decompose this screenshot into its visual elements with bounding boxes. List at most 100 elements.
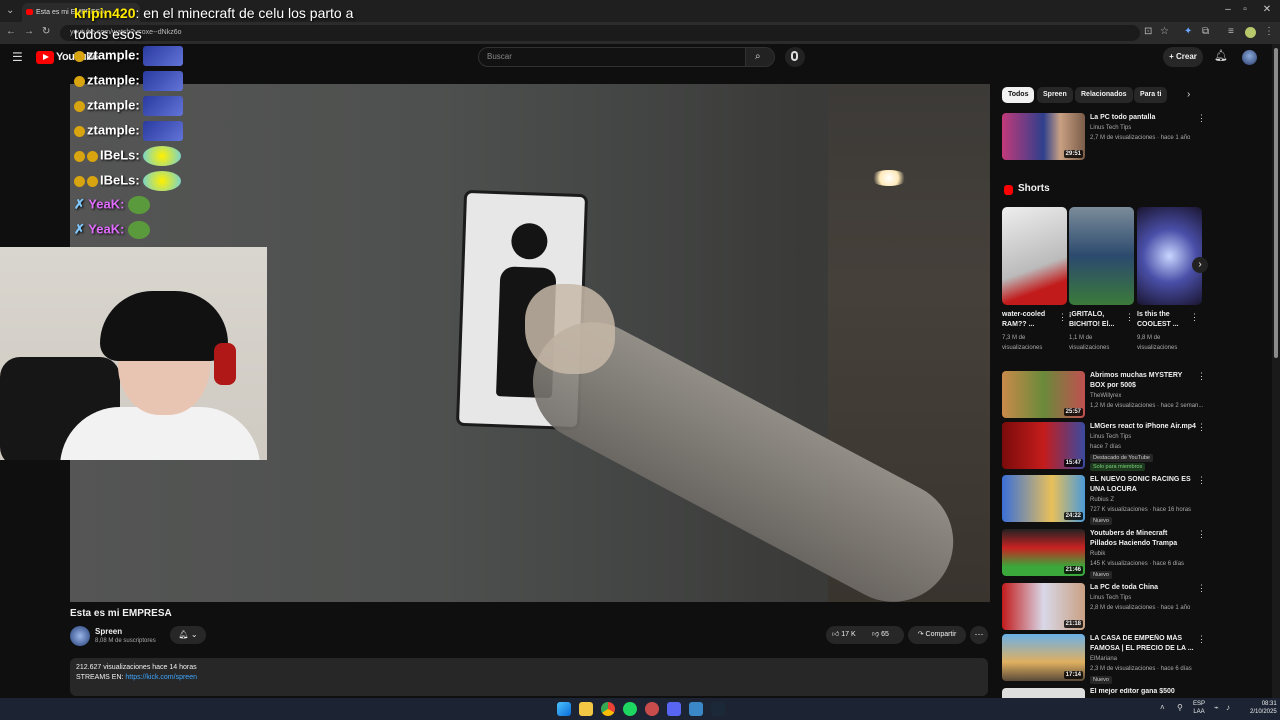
channel-name[interactable]: Spreen bbox=[95, 627, 122, 636]
scrollbar-thumb[interactable] bbox=[1274, 48, 1278, 358]
short-thumbnail[interactable] bbox=[1002, 207, 1067, 305]
video-thumbnail[interactable]: 25:57 bbox=[1002, 371, 1085, 418]
video-thumbnail[interactable]: 21:18 bbox=[1002, 583, 1085, 630]
channel-avatar[interactable] bbox=[70, 626, 90, 646]
notifications-bell-icon[interactable]: 🔔︎ bbox=[1214, 49, 1228, 62]
back-icon[interactable]: ← bbox=[6, 26, 16, 37]
subscription-bell-button[interactable]: 🔔︎ ⌄ bbox=[170, 626, 206, 644]
create-button[interactable]: + Crear bbox=[1163, 47, 1203, 67]
tab-list-icon[interactable]: ⌄ bbox=[6, 5, 14, 16]
chips-next-icon[interactable]: › bbox=[1187, 89, 1190, 100]
rec-title[interactable]: Abrimos muchas MYSTERY BOX por 500$ bbox=[1090, 371, 1196, 391]
chip-para-ti[interactable]: Para ti bbox=[1134, 87, 1168, 103]
recommended-video[interactable]: 17:14 LA CASA DE EMPEÑO MÁS FAMOSA | EL … bbox=[1002, 634, 1206, 684]
voice-search-button[interactable] bbox=[785, 47, 805, 67]
volume-icon[interactable]: ♪ bbox=[1226, 703, 1230, 712]
video-thumbnail[interactable] bbox=[1002, 688, 1085, 698]
rec-title[interactable]: EL NUEVO SONIC RACING ES UNA LOCURA bbox=[1090, 475, 1196, 495]
more-actions-button[interactable]: ⋯ bbox=[970, 626, 988, 644]
video-thumbnail[interactable]: 24:22 bbox=[1002, 475, 1085, 522]
downloads-icon[interactable]: ≡ bbox=[1228, 26, 1234, 37]
network-icon[interactable]: ⌁ bbox=[1214, 703, 1219, 712]
tray-chevron-icon[interactable]: ˄ bbox=[1160, 703, 1165, 712]
start-icon[interactable] bbox=[557, 702, 571, 716]
profile-icon[interactable] bbox=[1245, 27, 1256, 38]
rec-channel[interactable]: Linus Tech Tips bbox=[1090, 434, 1131, 440]
short-thumbnail[interactable] bbox=[1069, 207, 1134, 305]
rec-title[interactable]: El mejor editor gana $500 bbox=[1090, 688, 1175, 695]
streams-link[interactable]: https://kick.com/spreen bbox=[125, 674, 197, 681]
maximize-icon[interactable]: ▫ bbox=[1238, 4, 1252, 15]
chip-spreen[interactable]: Spreen bbox=[1037, 87, 1073, 103]
like-button[interactable]: 👍︎ 17 K bbox=[832, 626, 856, 644]
video-thumbnail[interactable]: 17:14 bbox=[1002, 634, 1085, 681]
rec-title[interactable]: LA CASA DE EMPEÑO MÁS FAMOSA | EL PRECIO… bbox=[1090, 634, 1196, 654]
rec-channel[interactable]: Linus Tech Tips bbox=[1090, 595, 1131, 601]
short-title[interactable]: Is this the COOLEST ... bbox=[1137, 310, 1192, 330]
short-title[interactable]: ¡GRITALO, BICHITO! El... bbox=[1069, 310, 1124, 330]
minimize-icon[interactable]: – bbox=[1221, 4, 1235, 15]
shorts-next-icon[interactable]: › bbox=[1192, 257, 1208, 273]
reload-icon[interactable]: ↻ bbox=[42, 26, 50, 37]
rec-title[interactable]: Youtubers de Minecraft Pillados Haciendo… bbox=[1090, 529, 1196, 549]
rec-channel[interactable]: Rubius Z bbox=[1090, 497, 1114, 503]
recommended-video[interactable]: 15:47 LMGers react to iPhone Air.mp4 Lin… bbox=[1002, 422, 1206, 472]
rec-menu-icon[interactable]: ⋮ bbox=[1197, 475, 1206, 486]
chip-todos[interactable]: Todos bbox=[1002, 87, 1035, 103]
extensions-puzzle-icon[interactable]: ⧉ bbox=[1202, 26, 1209, 37]
bookmark-star-icon[interactable]: ☆ bbox=[1160, 26, 1169, 37]
recommended-video[interactable]: 29:51 La PC todo pantalla Linus Tech Tip… bbox=[1002, 113, 1206, 163]
rec-menu-icon[interactable]: ⋮ bbox=[1197, 634, 1206, 645]
steam-icon[interactable] bbox=[711, 702, 725, 716]
browser-menu-icon[interactable]: ⋮ bbox=[1264, 26, 1274, 37]
short-menu-icon[interactable]: ⋮ bbox=[1190, 312, 1199, 323]
chip-relacionados[interactable]: Relacionados bbox=[1075, 87, 1133, 103]
video-thumbnail[interactable]: 21:46 bbox=[1002, 529, 1085, 576]
rec-title[interactable]: LMGers react to iPhone Air.mp4 bbox=[1090, 422, 1196, 432]
rec-menu-icon[interactable]: ⋮ bbox=[1197, 371, 1206, 382]
share-button[interactable]: ↷ Compartir bbox=[908, 626, 966, 644]
system-clock[interactable]: 08:31 2/10/2025 bbox=[1250, 700, 1277, 716]
app-window-icon[interactable] bbox=[689, 702, 703, 716]
short-menu-icon[interactable]: ⋮ bbox=[1125, 312, 1134, 323]
rec-menu-icon[interactable]: ⋮ bbox=[1197, 422, 1206, 433]
hamburger-menu-icon[interactable]: ☰ bbox=[12, 50, 23, 64]
rec-menu-icon[interactable]: ⋮ bbox=[1197, 529, 1206, 540]
video-thumbnail[interactable]: 15:47 bbox=[1002, 422, 1085, 469]
rec-menu-icon[interactable]: ⋮ bbox=[1197, 113, 1206, 124]
short-menu-icon[interactable]: ⋮ bbox=[1058, 312, 1067, 323]
forward-icon[interactable]: → bbox=[24, 26, 34, 37]
discord-icon[interactable] bbox=[667, 702, 681, 716]
short-thumbnail[interactable] bbox=[1137, 207, 1202, 305]
rec-channel[interactable]: ElMariana bbox=[1090, 656, 1117, 662]
rec-channel[interactable]: Rubik bbox=[1090, 551, 1105, 557]
recommended-video[interactable]: 21:18 La PC de toda China Linus Tech Tip… bbox=[1002, 583, 1206, 633]
recommended-video[interactable]: 24:22 EL NUEVO SONIC RACING ES UNA LOCUR… bbox=[1002, 475, 1206, 525]
search-button[interactable]: ⌕ bbox=[745, 47, 775, 67]
page-scrollbar[interactable] bbox=[1272, 44, 1280, 700]
rec-channel[interactable]: Linus Tech Tips bbox=[1090, 125, 1131, 131]
app-icon[interactable] bbox=[645, 702, 659, 716]
dislike-button[interactable]: 👎︎ 65 bbox=[872, 626, 889, 644]
rec-menu-icon[interactable]: ⋮ bbox=[1197, 583, 1206, 594]
tray-app-icon[interactable]: ⚲ bbox=[1177, 703, 1183, 712]
video-thumbnail[interactable]: 29:51 bbox=[1002, 113, 1085, 160]
rec-channel[interactable]: TheWillyrex bbox=[1090, 393, 1121, 399]
short-title[interactable]: water-cooled RAM?? ... bbox=[1002, 310, 1057, 330]
recommended-video[interactable]: 25:57 Abrimos muchas MYSTERY BOX por 500… bbox=[1002, 371, 1206, 421]
youtube-logo-icon[interactable] bbox=[36, 51, 54, 64]
recommended-video[interactable]: 21:46 Youtubers de Minecraft Pillados Ha… bbox=[1002, 529, 1206, 579]
video-description[interactable]: 212.627 visualizaciones hace 14 horas ST… bbox=[70, 658, 988, 696]
search-input[interactable]: Buscar bbox=[478, 47, 746, 67]
language-indicator[interactable]: ESP LAA bbox=[1193, 700, 1205, 716]
file-explorer-icon[interactable] bbox=[579, 702, 593, 716]
install-app-icon[interactable]: ⊡ bbox=[1144, 26, 1152, 37]
close-window-icon[interactable]: ✕ bbox=[1260, 4, 1274, 15]
chrome-icon[interactable] bbox=[601, 702, 615, 716]
rec-title[interactable]: La PC de toda China bbox=[1090, 583, 1196, 593]
rec-title[interactable]: La PC todo pantalla bbox=[1090, 113, 1196, 123]
recommended-video[interactable]: El mejor editor gana $500 bbox=[1002, 688, 1202, 698]
extension-icon[interactable]: ✦ bbox=[1184, 26, 1192, 37]
spotify-icon[interactable] bbox=[623, 702, 637, 716]
account-avatar[interactable] bbox=[1242, 50, 1257, 65]
